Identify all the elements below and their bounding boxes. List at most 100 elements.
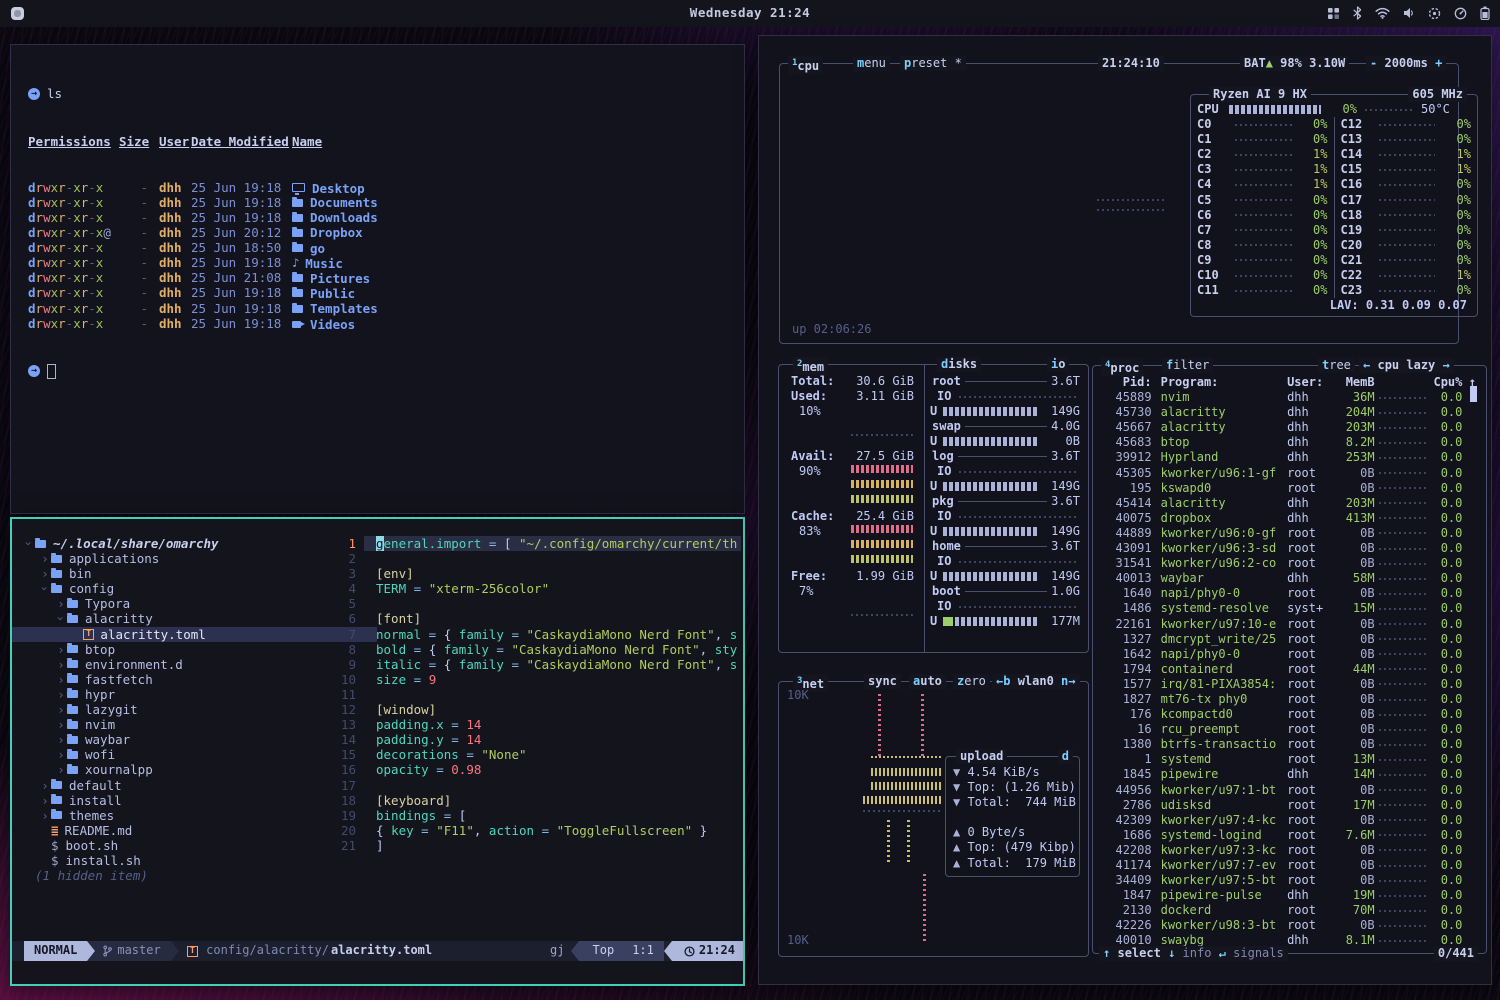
code-line[interactable]: 9italic = { family = "CaskaydiaMono Nerd… — [12, 657, 743, 672]
process-row[interactable]: 1380btrfs-transactioroot0B0.0 — [1093, 737, 1486, 752]
disks-label[interactable]: disks — [937, 357, 981, 372]
process-row[interactable]: 31541kworker/u96:2-coroot0B0.0 — [1093, 556, 1486, 571]
gauge-icon[interactable] — [1454, 7, 1467, 20]
process-row[interactable]: 1systemdroot13M0.0 — [1093, 752, 1486, 767]
btop-clock: 21:24:10 — [1098, 56, 1164, 71]
code-line[interactable]: 2 — [12, 551, 743, 566]
mem-stat-pct: 83% — [799, 524, 821, 539]
disk-row-root: root3.6T — [932, 374, 1080, 389]
process-row[interactable]: 1794containerdroot44M0.0 — [1093, 662, 1486, 677]
process-row[interactable]: 39912Hyprlanddhh253M0.0 — [1093, 450, 1486, 465]
code-line[interactable]: 8bold = { family = "CaskaydiaMono Nerd F… — [12, 642, 743, 657]
neovim-window[interactable]: ›~/.local/share/omarchy›applications›bin… — [10, 517, 745, 986]
code-line[interactable]: 20{ key = "F11", action = "ToggleFullscr… — [12, 823, 743, 838]
code-line[interactable]: 6[font] — [12, 611, 743, 626]
code-line[interactable]: 7normal = { family = "CaskaydiaMono Nerd… — [12, 627, 743, 642]
ls-column-header: Permissions — [28, 134, 119, 149]
tab-proc[interactable]: 4proc — [1101, 358, 1143, 376]
bluetooth-icon[interactable] — [1353, 6, 1362, 20]
process-row[interactable]: 40013waybardhh58M0.0 — [1093, 571, 1486, 586]
code-line[interactable]: 14padding.y = 14 — [12, 732, 743, 747]
code-line[interactable]: 13padding.x = 14 — [12, 717, 743, 732]
scroll-indicator: Top — [593, 943, 615, 958]
process-row[interactable]: 2786udisksdroot17M0.0 — [1093, 798, 1486, 813]
wifi-icon[interactable] — [1375, 7, 1390, 19]
process-row[interactable]: 1642napi/phy0-0root0B0.0 — [1093, 647, 1486, 662]
process-row[interactable]: 44889kworker/u96:0-gfroot0B0.0 — [1093, 526, 1486, 541]
code-line[interactable]: 16opacity = 0.98 — [12, 762, 743, 777]
process-row[interactable]: 45730alacrittydhh204M0.0 — [1093, 405, 1486, 420]
net-auto-toggle[interactable]: auto — [909, 674, 946, 689]
proc-sort-control[interactable]: ← cpu lazy → — [1359, 358, 1454, 373]
process-row[interactable]: 45414alacrittydhh203M0.0 — [1093, 496, 1486, 511]
battery-icon[interactable] — [1480, 6, 1490, 20]
code-line[interactable]: 3[env] — [12, 566, 743, 581]
process-row[interactable]: 1847pipewire-pulsedhh19M0.0 — [1093, 888, 1486, 903]
code-line[interactable]: 10size = 9 — [12, 672, 743, 687]
net-zero-toggle[interactable]: zero — [953, 674, 990, 689]
process-row[interactable]: 2130dockerdroot70M0.0 — [1093, 903, 1486, 918]
process-row[interactable]: 34409kworker/u97:5-btroot0B0.0 — [1093, 873, 1486, 888]
process-row[interactable]: 42208kworker/u97:3-kcroot0B0.0 — [1093, 843, 1486, 858]
terminal-window-ls[interactable]: →ls PermissionsSizeUserDate ModifiedName… — [10, 44, 745, 514]
preset-button[interactable]: preset * — [900, 56, 966, 71]
process-row[interactable]: 1577irq/81-PIXA3854:root0B0.0 — [1093, 677, 1486, 692]
tree-item-install.sh[interactable]: $install.sh — [12, 853, 342, 868]
process-row[interactable]: 1640napi/phy0-0root0B0.0 — [1093, 586, 1486, 601]
process-row[interactable]: 1686systemd-logindroot7.6M0.0 — [1093, 828, 1486, 843]
shell-prompt-empty[interactable]: → — [28, 364, 734, 379]
code-line[interactable]: 11 — [12, 687, 743, 702]
editor-buffer[interactable]: 1general.import = [ "~/.config/omarchy/c… — [12, 536, 743, 853]
volume-icon[interactable] — [1403, 7, 1415, 19]
process-row[interactable]: 1486systemd-resolvesyst+15M0.0 — [1093, 601, 1486, 616]
tab-mem[interactable]: 2mem — [793, 357, 828, 375]
process-row[interactable]: 45683btopdhh8.2M0.0 — [1093, 435, 1486, 450]
btop-window[interactable]: 1cpu menu preset * 21:24:10 BAT▲ 98% 3.1… — [758, 35, 1492, 985]
process-row[interactable]: 42226kworker/u98:3-btroot0B0.0 — [1093, 918, 1486, 933]
process-row[interactable]: 44956kworker/u97:1-btroot0B0.0 — [1093, 783, 1486, 798]
code-line[interactable]: 5 — [12, 596, 743, 611]
process-row[interactable]: 41174kworker/u97:7-evroot0B0.0 — [1093, 858, 1486, 873]
disk-io-row: IO — [937, 509, 1076, 524]
update-interval-control[interactable]: - 2000ms + — [1366, 56, 1446, 71]
net-sync-toggle[interactable]: sync — [864, 674, 901, 689]
proc-tree-toggle[interactable]: tree — [1318, 358, 1355, 373]
code-line[interactable]: 12[window] — [12, 702, 743, 717]
net-interface-switcher[interactable]: ←b wlan0 n→ — [992, 674, 1080, 689]
process-row[interactable]: 45889nvimdhh36M0.0 — [1093, 390, 1486, 405]
menu-button[interactable]: menu — [853, 56, 890, 71]
folder-icon — [292, 289, 303, 297]
code-line[interactable]: 19bindings = [ — [12, 808, 743, 823]
cpu-core-row: C230% — [1335, 283, 1478, 298]
process-row[interactable]: 43091kworker/u96:3-sdroot0B0.0 — [1093, 541, 1486, 556]
process-row[interactable]: 176kcompactd0root0B0.0 — [1093, 707, 1486, 722]
net-graph-band — [871, 768, 941, 776]
process-row[interactable]: 42309kworker/u97:4-kcroot0B0.0 — [1093, 813, 1486, 828]
code-line[interactable]: 17 — [12, 778, 743, 793]
code-line[interactable]: 21] — [12, 838, 743, 853]
record-icon[interactable] — [1428, 7, 1441, 20]
proc-scrollbar[interactable] — [1470, 386, 1477, 402]
process-row[interactable]: 1827mt76-tx phy0root0B0.0 — [1093, 692, 1486, 707]
code-line[interactable]: 15decorations = "None" — [12, 747, 743, 762]
process-row[interactable]: 45667alacrittydhh203M0.0 — [1093, 420, 1486, 435]
code-line[interactable]: 18[keyboard] — [12, 793, 743, 808]
process-row[interactable]: 40075dropboxdhh413M0.0 — [1093, 511, 1486, 526]
code-line[interactable]: 1general.import = [ "~/.config/omarchy/c… — [12, 536, 743, 551]
ls-output: →ls PermissionsSizeUserDate ModifiedName… — [28, 56, 734, 412]
process-row[interactable]: 1845pipewiredhh14M0.0 — [1093, 767, 1486, 782]
cpu-box: 1cpu menu preset * 21:24:10 BAT▲ 98% 3.1… — [779, 63, 1459, 344]
monitor-icon — [292, 183, 305, 192]
process-row[interactable]: 45305kworker/u96:1-gfroot0B0.0 — [1093, 466, 1486, 481]
tab-cpu[interactable]: 1cpu — [788, 56, 823, 74]
process-row[interactable]: 16rcu_preemptroot0B0.0 — [1093, 722, 1486, 737]
io-label[interactable]: io — [1047, 357, 1069, 372]
process-row[interactable]: 195kswapd0root0B0.0 — [1093, 481, 1486, 496]
code-line[interactable]: 4TERM = "xterm-256color" — [12, 581, 743, 596]
updates-icon[interactable] — [1327, 7, 1340, 20]
process-row[interactable]: 22161kworker/u97:10-eroot0B0.0 — [1093, 617, 1486, 632]
command-text: ls — [47, 86, 62, 101]
proc-filter-button[interactable]: filter — [1162, 358, 1213, 373]
process-row[interactable]: 1327dmcrypt_write/25root0B0.0 — [1093, 632, 1486, 647]
git-branch-segment[interactable]: master — [87, 941, 170, 961]
